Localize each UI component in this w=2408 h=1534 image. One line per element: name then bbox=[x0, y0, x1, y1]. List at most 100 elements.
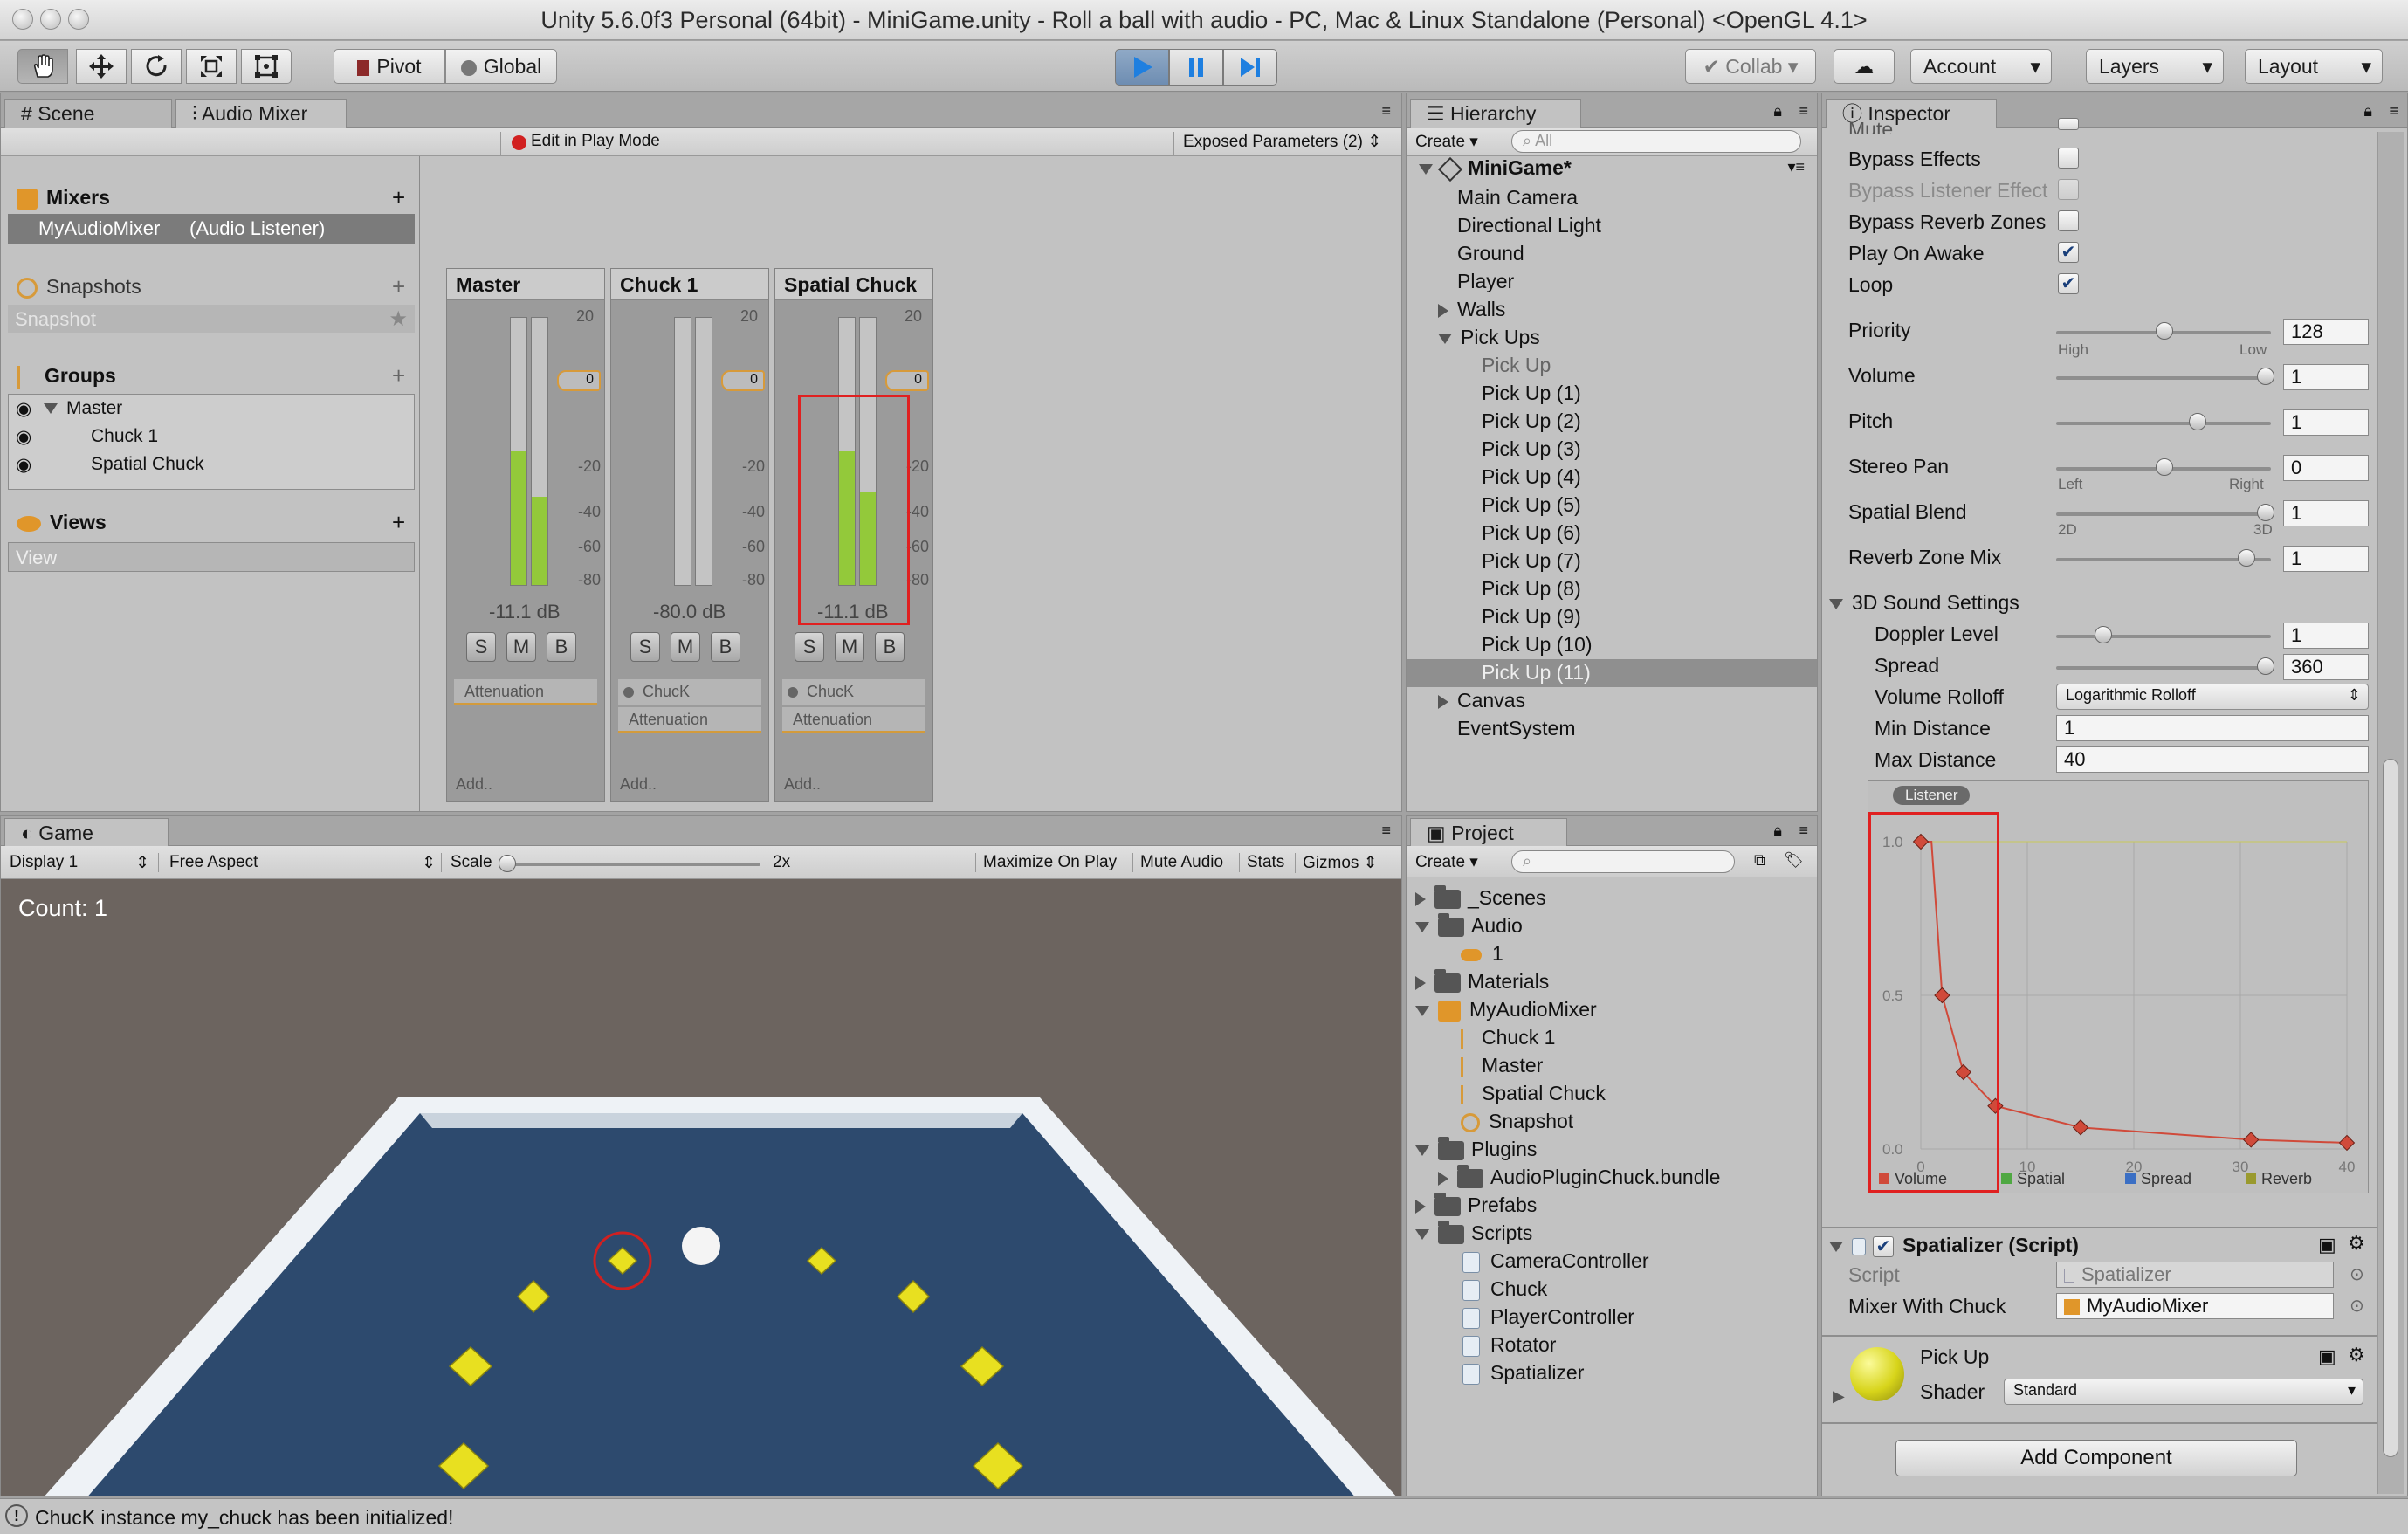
group-spatial-chuck[interactable]: Spatial Chuck bbox=[91, 454, 204, 475]
project-item[interactable]: Prefabs bbox=[1415, 1192, 1537, 1217]
project-item[interactable]: Spatial Chuck bbox=[1461, 1082, 1606, 1105]
bypass-reverb-checkbox[interactable] bbox=[2058, 210, 2079, 231]
pitch-slider-knob[interactable] bbox=[2189, 413, 2206, 430]
panel-menu-icon[interactable]: ≡ bbox=[1799, 102, 1808, 120]
hierarchy-item[interactable]: Main Camera bbox=[1457, 186, 1578, 210]
panel-menu-icon[interactable]: ≡ bbox=[2389, 102, 2398, 120]
add-snapshot-button[interactable]: + bbox=[392, 273, 405, 300]
panel-menu-icon[interactable]: ≡ bbox=[1381, 102, 1391, 120]
doppler-slider-knob[interactable] bbox=[2095, 626, 2112, 643]
spatializer-component-header[interactable]: ✔ Spatializer (Script) bbox=[1829, 1234, 2079, 1257]
priority-slider-knob[interactable] bbox=[2156, 322, 2173, 340]
effect-slot[interactable]: ChucK bbox=[782, 679, 925, 705]
curve-key-point[interactable] bbox=[2338, 1134, 2356, 1152]
spatial-blend-slider-track[interactable] bbox=[2056, 512, 2271, 516]
hierarchy-search-input[interactable]: ⌕ All bbox=[1511, 130, 1801, 153]
project-item[interactable]: CameraController bbox=[1462, 1249, 1649, 1273]
spatial-blend-slider-knob[interactable] bbox=[2257, 504, 2274, 521]
create-dropdown[interactable]: Create ▾ bbox=[1415, 132, 1478, 152]
hierarchy-item[interactable]: Ground bbox=[1457, 242, 1524, 265]
gear-icon[interactable]: ⚙ bbox=[2348, 1344, 2365, 1366]
group-chuck-1[interactable]: Chuck 1 bbox=[91, 426, 158, 447]
doppler-slider-track[interactable] bbox=[2056, 635, 2271, 638]
rotate-tool-icon[interactable] bbox=[131, 49, 182, 84]
hierarchy-item[interactable]: Pick Up (3) bbox=[1482, 437, 1581, 461]
filter-type-icon[interactable]: ⧉ bbox=[1754, 851, 1765, 870]
spread-slider-knob[interactable] bbox=[2257, 657, 2274, 675]
project-item[interactable]: Snapshot bbox=[1461, 1110, 1573, 1133]
project-item[interactable]: Rotator bbox=[1462, 1333, 1556, 1357]
gizmos-dropdown[interactable]: Gizmos ⇕ bbox=[1295, 853, 1385, 873]
exposed-parameters-dropdown[interactable]: Exposed Parameters (2) ⇕ bbox=[1173, 132, 1381, 156]
bypass-listener-checkbox[interactable] bbox=[2058, 179, 2079, 200]
hierarchy-item[interactable]: Pick Up (7) bbox=[1482, 549, 1581, 573]
hierarchy-item[interactable]: Pick Up bbox=[1482, 354, 1551, 377]
help-icon[interactable]: ▣ bbox=[2318, 1345, 2336, 1368]
panel-menu-icon[interactable]: ≡ bbox=[1381, 822, 1391, 840]
max-distance-field[interactable]: 40 bbox=[2056, 746, 2369, 773]
layers-dropdown[interactable]: Layers ▾ bbox=[2086, 49, 2224, 84]
hierarchy-item[interactable]: Pick Up (10) bbox=[1482, 633, 1593, 657]
scale-tool-icon[interactable] bbox=[186, 49, 237, 84]
reverb-mix-slider-knob[interactable] bbox=[2238, 549, 2255, 567]
bypass-effects-checkbox[interactable] bbox=[2058, 148, 2079, 169]
scene-menu-icon[interactable]: ▾≡ bbox=[1787, 158, 1805, 176]
step-button[interactable] bbox=[1223, 49, 1277, 86]
stereo-pan-field[interactable]: 0 bbox=[2283, 455, 2369, 481]
fader-handle[interactable]: 0 bbox=[885, 370, 929, 391]
hierarchy-item[interactable]: Canvas bbox=[1438, 689, 1525, 712]
status-message[interactable]: ChucK instance my_chuck has been initial… bbox=[35, 1506, 453, 1530]
min-distance-field[interactable]: 1 bbox=[2056, 715, 2369, 741]
hierarchy-item[interactable]: Pick Up (5) bbox=[1482, 493, 1581, 517]
eye-icon[interactable]: ◉ bbox=[16, 426, 31, 448]
pivot-toggle-button[interactable]: Pivot bbox=[334, 49, 445, 84]
solo-button[interactable]: S bbox=[630, 632, 660, 662]
3d-sound-settings-foldout[interactable]: 3D Sound Settings bbox=[1829, 591, 2019, 615]
stereo-pan-slider-knob[interactable] bbox=[2156, 458, 2173, 476]
hierarchy-item[interactable]: Pick Up (4) bbox=[1482, 465, 1581, 489]
play-on-awake-checkbox[interactable]: ✔ bbox=[2058, 242, 2079, 263]
project-item[interactable]: _Scenes bbox=[1415, 884, 1546, 910]
bypass-button[interactable]: B bbox=[875, 632, 905, 662]
volume-field[interactable]: 1 bbox=[2283, 364, 2369, 390]
view-list-item[interactable]: View bbox=[8, 542, 415, 572]
mixer-with-chuck-field[interactable]: MyAudioMixer bbox=[2056, 1293, 2334, 1319]
project-item[interactable]: PlayerController bbox=[1462, 1305, 1634, 1329]
aspect-dropdown[interactable]: Free Aspect ⇕ bbox=[158, 853, 436, 872]
add-component-button[interactable]: Add Component bbox=[1895, 1440, 2297, 1476]
lock-icon[interactable]: 🔒︎ bbox=[1773, 822, 1782, 840]
mute-audio-button[interactable]: Mute Audio bbox=[1132, 853, 1230, 872]
edit-in-play-mode-toggle[interactable]: Edit in Play Mode bbox=[500, 132, 660, 156]
eye-icon[interactable]: ◉ bbox=[16, 398, 31, 420]
volume-slider-knob[interactable] bbox=[2257, 368, 2274, 385]
filter-label-icon[interactable]: 🏷︎ bbox=[1784, 851, 1804, 870]
hierarchy-item[interactable]: EventSystem bbox=[1457, 717, 1576, 740]
mute-checkbox[interactable] bbox=[2058, 118, 2079, 130]
display-dropdown[interactable]: Display 1 ⇕ bbox=[10, 853, 149, 872]
panel-menu-icon[interactable]: ≡ bbox=[1799, 822, 1808, 840]
hierarchy-item[interactable]: Pick Ups bbox=[1438, 326, 1540, 349]
mute-button[interactable]: M bbox=[835, 632, 864, 662]
hierarchy-item[interactable]: Pick Up (1) bbox=[1482, 382, 1581, 405]
hierarchy-item[interactable]: Pick Up (2) bbox=[1482, 409, 1581, 433]
pitch-field[interactable]: 1 bbox=[2283, 409, 2369, 436]
scale-slider-track[interactable] bbox=[502, 863, 760, 866]
scene-root[interactable]: MiniGame* bbox=[1419, 156, 1572, 182]
volume-slider-track[interactable] bbox=[2056, 376, 2271, 380]
effect-slot[interactable]: ChucK bbox=[618, 679, 761, 705]
lock-icon[interactable]: 🔒︎ bbox=[1773, 102, 1782, 120]
add-view-button[interactable]: + bbox=[392, 509, 405, 536]
scrollbar-thumb[interactable] bbox=[2383, 759, 2398, 1457]
spatial-blend-field[interactable]: 1 bbox=[2283, 500, 2369, 526]
collab-dropdown[interactable]: ✔ Collab ▾ bbox=[1685, 49, 1816, 84]
layout-dropdown[interactable]: Layout ▾ bbox=[2245, 49, 2383, 84]
loop-checkbox[interactable]: ✔ bbox=[2058, 273, 2079, 294]
project-item[interactable]: Master bbox=[1461, 1054, 1543, 1077]
eye-icon[interactable]: ◉ bbox=[16, 454, 31, 476]
effect-slot[interactable]: Attenuation bbox=[618, 707, 761, 733]
hierarchy-item[interactable]: Directional Light bbox=[1457, 214, 1601, 237]
pause-button[interactable] bbox=[1169, 49, 1223, 86]
project-item[interactable]: Materials bbox=[1415, 968, 1549, 994]
effect-slot[interactable]: Attenuation bbox=[454, 679, 597, 705]
hierarchy-item[interactable]: Walls bbox=[1438, 298, 1505, 321]
